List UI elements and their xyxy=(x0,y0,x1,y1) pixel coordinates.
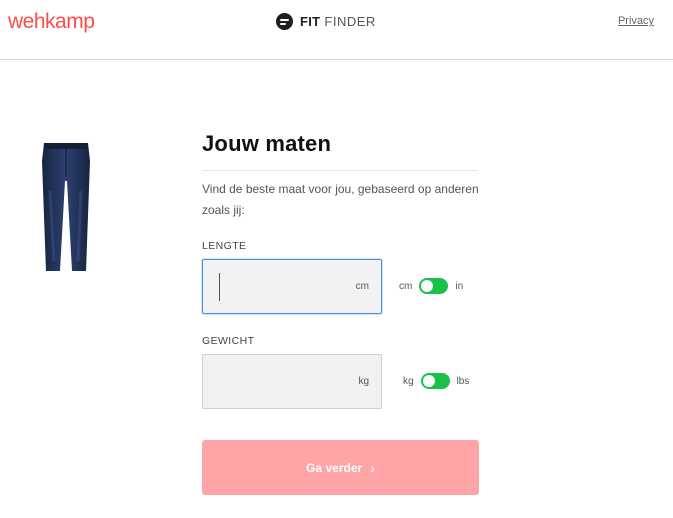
fit-finder-label-light: FINDER xyxy=(324,14,376,29)
wehkamp-logo[interactable]: wehkamp xyxy=(8,10,95,34)
weight-label: GEWICHT xyxy=(202,335,255,347)
continue-button[interactable]: Ga verder › xyxy=(202,440,479,495)
privacy-link[interactable]: Privacy xyxy=(618,15,654,27)
chevron-right-icon: › xyxy=(370,459,375,476)
weight-unit-toggle-group: kg lbs xyxy=(403,373,469,389)
weight-toggle-right-label: lbs xyxy=(456,375,470,387)
fit-finder-icon xyxy=(276,13,293,30)
weight-input[interactable]: kg xyxy=(202,354,382,409)
page-title: Jouw maten xyxy=(202,131,332,156)
continue-button-label: Ga verder xyxy=(306,460,363,475)
height-toggle-right-label: in xyxy=(455,280,464,292)
text-cursor xyxy=(219,273,220,301)
weight-unit: kg xyxy=(358,376,369,387)
weight-toggle-left-label: kg xyxy=(403,375,414,387)
height-unit-toggle-group: cm in xyxy=(399,278,463,294)
height-toggle-left-label: cm xyxy=(399,280,413,292)
toggle-knob xyxy=(421,280,434,292)
title-divider xyxy=(202,170,478,171)
height-unit-toggle[interactable] xyxy=(419,278,449,294)
weight-unit-toggle[interactable] xyxy=(420,373,450,389)
fit-finder-brand: FIT FINDER xyxy=(276,13,376,30)
jeans-product-image xyxy=(42,143,90,271)
top-bar: wehkamp FIT FINDER Privacy xyxy=(0,0,673,60)
toggle-knob xyxy=(422,375,435,387)
height-label: LENGTE xyxy=(202,240,247,252)
height-unit: cm xyxy=(355,281,369,292)
form-description: Vind de beste maat voor jou, gebaseerd o… xyxy=(202,182,479,217)
height-input[interactable]: cm xyxy=(202,259,382,314)
fit-finder-label-bold: FIT xyxy=(300,14,321,29)
